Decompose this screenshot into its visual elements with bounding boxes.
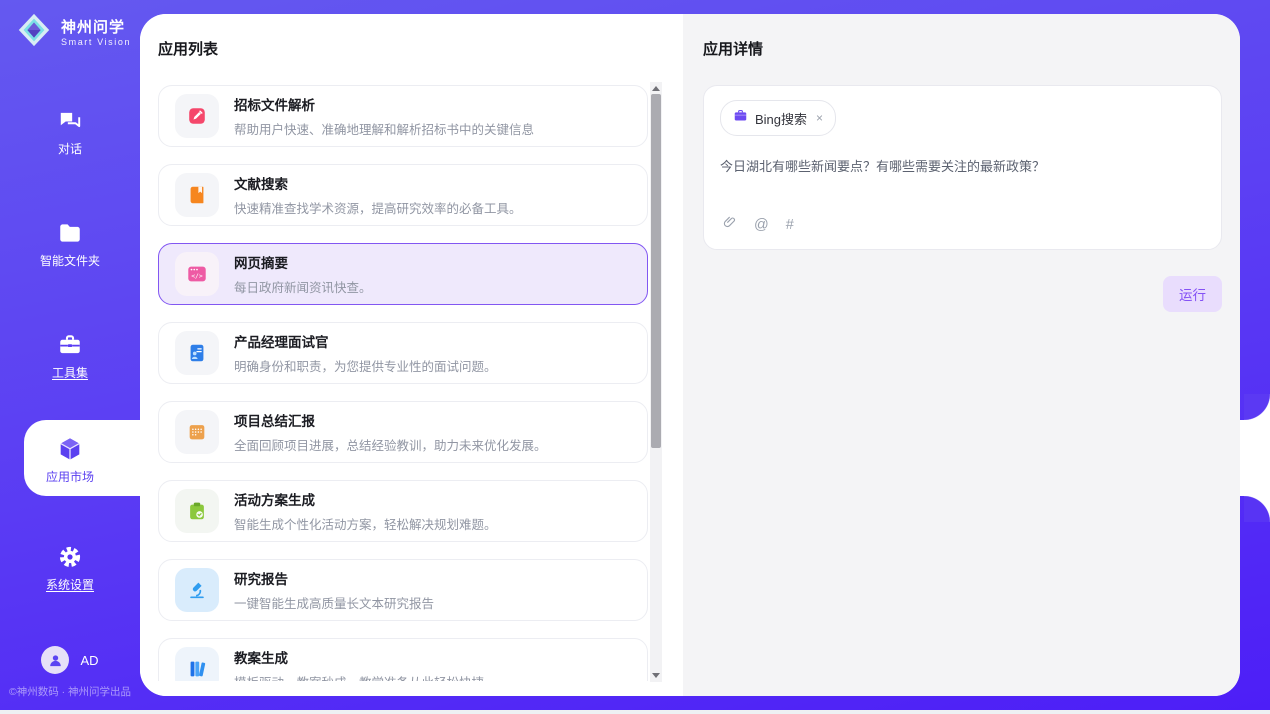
- tool-chip-bing-search[interactable]: Bing搜索 ×: [720, 100, 836, 136]
- svg-text:</>: </>: [191, 272, 203, 280]
- app-card-tender-analysis[interactable]: 招标文件解析 帮助用户快速、准确地理解和解析招标书中的关键信息: [158, 85, 648, 147]
- app-title: 研究报告: [234, 568, 434, 588]
- sidebar-item-smart-folder[interactable]: 智能文件夹: [0, 220, 140, 269]
- hash-icon[interactable]: #: [786, 217, 794, 233]
- chip-close-icon[interactable]: ×: [816, 111, 823, 125]
- app-card-research-report[interactable]: 研究报告 一键智能生成高质量长文本研究报告: [158, 559, 648, 621]
- app-title: 教案生成: [234, 647, 484, 667]
- question-text[interactable]: 今日湖北有哪些新闻要点？有哪些需要关注的最新政策？: [720, 156, 1205, 175]
- app-title: 招标文件解析: [234, 94, 534, 114]
- toolbox-icon: [0, 332, 140, 358]
- brand: 神州问学 Smart Vision: [15, 11, 131, 54]
- app-card-lesson-plan[interactable]: 教案生成 模板驱动，教案秒成，教学准备从此轻松快捷: [158, 638, 648, 681]
- app-title: 产品经理面试官: [234, 331, 497, 351]
- app-title: 文献搜索: [234, 173, 522, 193]
- bottom-strip: [0, 710, 1270, 714]
- app-detail-title: 应用详情: [703, 38, 1222, 59]
- user-account[interactable]: AD: [0, 646, 140, 674]
- interview-card-icon: [175, 331, 219, 375]
- app-title: 活动方案生成: [234, 489, 497, 509]
- prompt-card: Bing搜索 × 今日湖北有哪些新闻要点？有哪些需要关注的最新政策？ @ #: [703, 85, 1222, 250]
- app-card-event-plan[interactable]: 活动方案生成 智能生成个性化活动方案，轻松解决规划难题。: [158, 480, 648, 542]
- app-title: 项目总结汇报: [234, 410, 547, 430]
- user-name: AD: [80, 653, 98, 668]
- app-list-title: 应用列表: [158, 38, 683, 59]
- scrollbar-thumb[interactable]: [651, 94, 661, 448]
- sidebar-item-label: 系统设置: [0, 576, 140, 593]
- chat-icon: [0, 108, 140, 134]
- brand-logo-icon: [15, 11, 53, 54]
- app-frame: 神州问学 Smart Vision 对话 智能文件夹: [0, 0, 1270, 710]
- main-window: 应用列表 招标文件解析 帮助用户快速、准确地理解和解析招标书中的关键信息: [140, 14, 1240, 696]
- paperclip-icon[interactable]: [722, 214, 737, 235]
- app-card-project-summary[interactable]: 项目总结汇报 全面回顾项目进展，总结经验教训，助力未来优化发展。: [158, 401, 648, 463]
- cube-icon: [0, 436, 140, 462]
- edit-document-icon: [175, 94, 219, 138]
- note-grid-icon: [175, 410, 219, 454]
- sidebar-item-label: 智能文件夹: [0, 252, 140, 269]
- run-row: 运行: [703, 276, 1222, 312]
- app-desc: 全面回顾项目进展，总结经验教训，助力未来优化发展。: [234, 435, 547, 454]
- mention-icon[interactable]: @: [754, 217, 769, 233]
- scroll-down-icon[interactable]: [652, 673, 660, 678]
- briefcase-icon: [733, 108, 748, 128]
- app-title: 网页摘要: [234, 252, 372, 272]
- app-card-pm-interviewer[interactable]: 产品经理面试官 明确身份和职责，为您提供专业性的面试问题。: [158, 322, 648, 384]
- app-desc: 快速精准查找学术资源，提高研究效率的必备工具。: [234, 198, 522, 217]
- gear-icon: [0, 544, 140, 570]
- sidebar-item-label: 工具集: [0, 364, 140, 381]
- app-card-literature-search[interactable]: 文献搜索 快速精准查找学术资源，提高研究效率的必备工具。: [158, 164, 648, 226]
- app-desc: 帮助用户快速、准确地理解和解析招标书中的关键信息: [234, 119, 534, 138]
- sidebar-item-label: 应用市场: [0, 468, 140, 485]
- app-list-panel: 应用列表 招标文件解析 帮助用户快速、准确地理解和解析招标书中的关键信息: [140, 14, 683, 696]
- sidebar-item-app-market[interactable]: 应用市场: [0, 436, 140, 485]
- chip-label: Bing搜索: [755, 109, 807, 128]
- books-icon: [175, 647, 219, 681]
- brand-subtitle: Smart Vision: [61, 37, 131, 47]
- book-icon: [175, 173, 219, 217]
- folder-icon: [0, 220, 140, 246]
- clipboard-check-icon: [175, 489, 219, 533]
- app-desc: 一键智能生成高质量长文本研究报告: [234, 593, 434, 612]
- app-desc: 每日政府新闻资讯快查。: [234, 277, 372, 296]
- app-desc: 明确身份和职责，为您提供专业性的面试问题。: [234, 356, 497, 375]
- scroll-up-icon[interactable]: [652, 86, 660, 91]
- sidebar-item-label: 对话: [0, 140, 140, 157]
- sidebar-item-chat[interactable]: 对话: [0, 108, 140, 157]
- sidebar-item-toolbox[interactable]: 工具集: [0, 332, 140, 381]
- app-desc: 智能生成个性化活动方案，轻松解决规划难题。: [234, 514, 497, 533]
- app-list-scrollbar[interactable]: [650, 82, 662, 682]
- avatar: [41, 646, 69, 674]
- app-detail-panel: 应用详情 Bing搜索 × 今日湖北有哪些新闻要点？有哪些需要关注的最新政策？: [683, 14, 1240, 696]
- app-desc: 模板驱动，教案秒成，教学准备从此轻松快捷: [234, 672, 484, 681]
- app-card-web-summary[interactable]: </> 网页摘要 每日政府新闻资讯快查。: [158, 243, 648, 305]
- copyright-text: ©神州数码 · 神州问学出品: [0, 684, 140, 699]
- composer-toolbar: @ #: [722, 214, 794, 235]
- app-list: 招标文件解析 帮助用户快速、准确地理解和解析招标书中的关键信息 文献搜索 快速精…: [158, 85, 648, 681]
- run-button[interactable]: 运行: [1163, 276, 1222, 312]
- microscope-icon: [175, 568, 219, 612]
- brand-name: 神州问学: [61, 19, 131, 37]
- sidebar-item-settings[interactable]: 系统设置: [0, 544, 140, 593]
- browser-code-icon: </>: [175, 252, 219, 296]
